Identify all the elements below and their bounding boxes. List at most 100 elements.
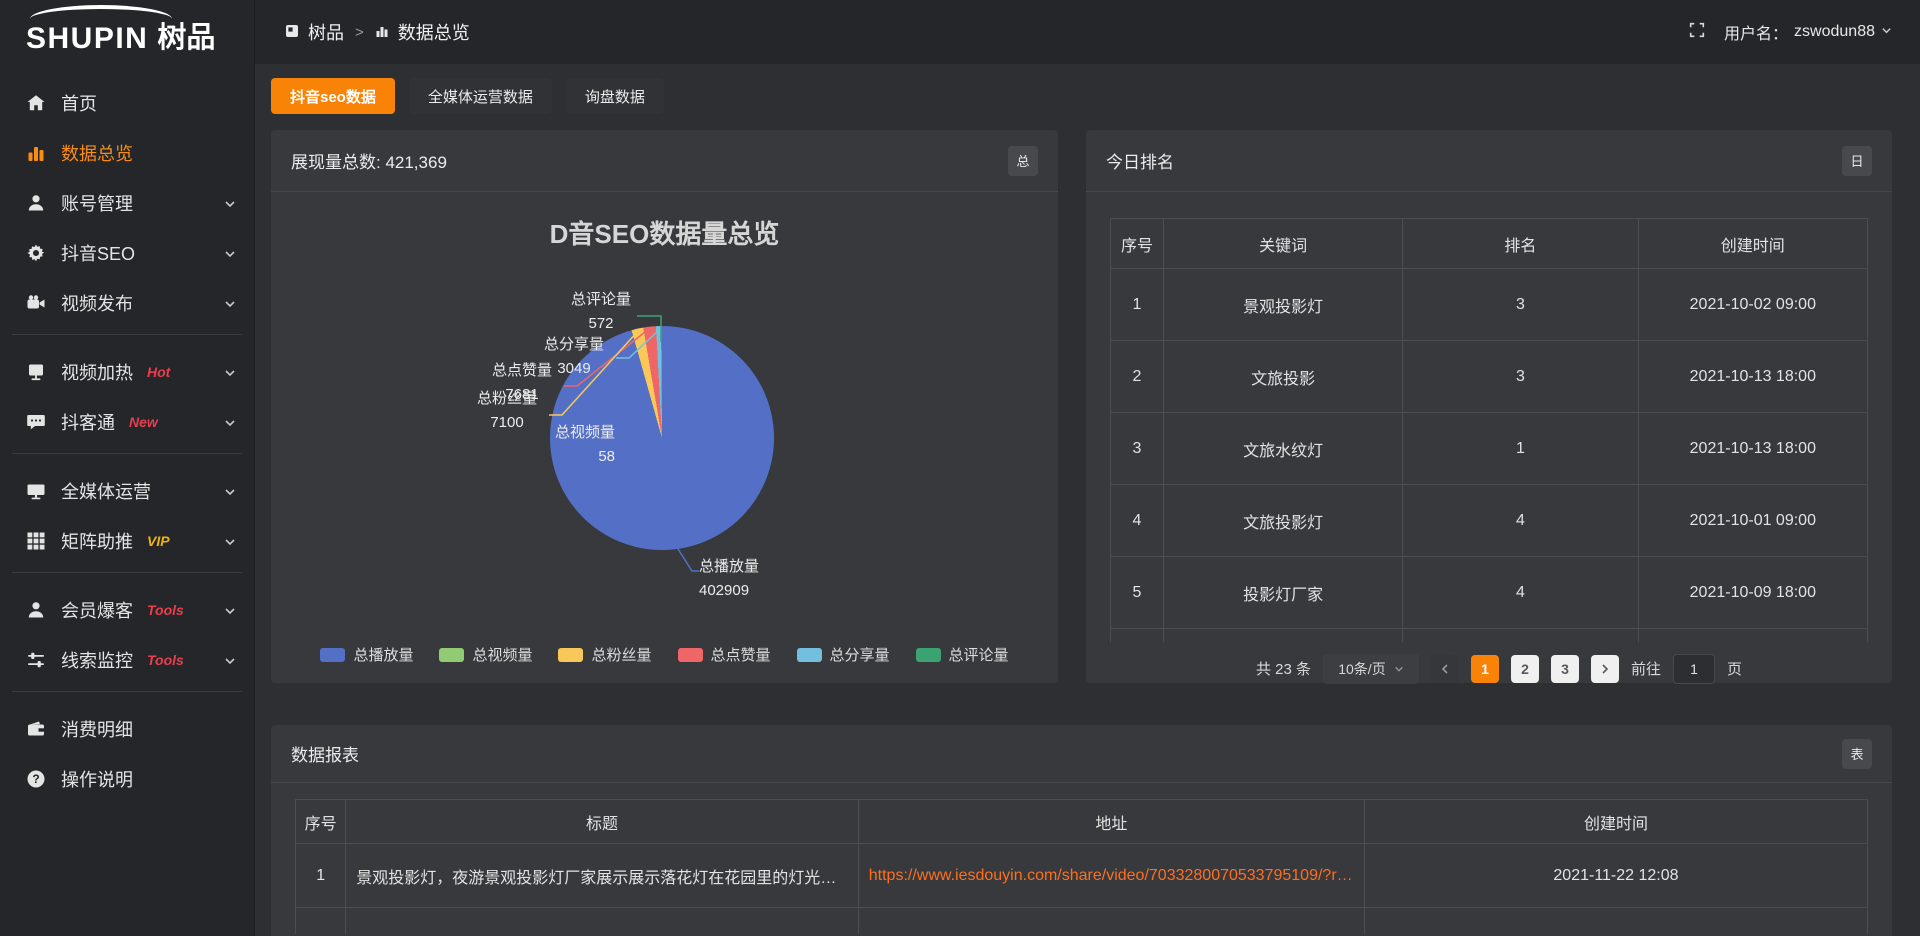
pie-chart[interactable] <box>550 326 774 550</box>
breadcrumb-root[interactable]: 树品 <box>308 19 344 45</box>
chevron-down-icon <box>224 654 236 672</box>
total-view-button[interactable]: 总 <box>1008 146 1038 176</box>
col-title: 标题 <box>346 800 858 844</box>
legend-item-shares[interactable]: 总分享量 <box>797 644 890 665</box>
sidebar-item-label: 矩阵助推 <box>61 528 133 554</box>
table-row: 4文旅投影灯42021-10-01 09:00 <box>1111 485 1868 557</box>
table-row-clipped <box>296 908 1868 934</box>
tab-douyin-seo-data[interactable]: 抖音seo数据 <box>271 78 395 114</box>
sidebar-item-label: 视频加热 <box>61 359 133 385</box>
table-view-button[interactable]: 表 <box>1842 739 1872 769</box>
sidebar-item-douyin-seo[interactable]: 抖音SEO <box>0 228 254 278</box>
sidebar-item-home[interactable]: 首页 <box>0 78 254 128</box>
sidebar-item-label: 线索监控 <box>61 647 133 673</box>
data-tabs: 抖音seo数据 全媒体运营数据 询盘数据 <box>271 78 1892 114</box>
hot-badge: Hot <box>147 364 170 380</box>
question-icon: ? <box>26 769 46 789</box>
breadcrumb-current: 数据总览 <box>398 19 470 45</box>
sidebar-item-label: 全媒体运营 <box>61 478 151 504</box>
username-value: zswodun88 <box>1794 23 1875 41</box>
svg-text:?: ? <box>32 772 39 786</box>
sidebar-item-member-burst[interactable]: 会员爆客 Tools <box>0 585 254 635</box>
page-size-select[interactable]: 10条/页 <box>1323 654 1419 684</box>
sidebar-menu: 首页 数据总览 账号管理 抖音SEO 视频发布 <box>0 64 254 804</box>
col-created: 创建时间 <box>1638 219 1867 269</box>
chat-bubble-icon <box>26 412 46 432</box>
menu-divider <box>12 691 242 692</box>
sidebar-item-instructions[interactable]: ? 操作说明 <box>0 754 254 804</box>
col-url: 地址 <box>858 800 1364 844</box>
next-page-button[interactable] <box>1591 655 1619 683</box>
table-header-row: 序号 标题 地址 创建时间 <box>296 800 1868 844</box>
page-2-button[interactable]: 2 <box>1511 655 1539 683</box>
table-row: 1景观投影灯32021-10-02 09:00 <box>1111 269 1868 341</box>
chevron-down-icon <box>224 416 236 434</box>
legend-item-likes[interactable]: 总点赞量 <box>678 644 771 665</box>
sidebar-item-matrix-boost[interactable]: 矩阵助推 VIP <box>0 516 254 566</box>
overview-panel: 展现量总数: 421,369 总 D音SEO数据量总览 总评论量572 <box>271 130 1058 683</box>
rank-table: 序号 关键词 排名 创建时间 1景观投影灯32021-10-02 09:00 <box>1110 218 1868 642</box>
fullscreen-icon[interactable] <box>1688 21 1706 44</box>
sidebar-item-data-overview[interactable]: 数据总览 <box>0 128 254 178</box>
video-url-link[interactable]: https://www.iesdouyin.com/share/video/70… <box>858 844 1364 908</box>
sidebar-item-video-publish[interactable]: 视频发布 <box>0 278 254 328</box>
logo-arc-decoration <box>30 5 172 19</box>
user-menu[interactable]: 用户名： zswodun88 <box>1724 20 1892 44</box>
impressions-total: 展现量总数: 421,369 <box>291 148 447 173</box>
chevron-down-icon <box>1394 664 1404 674</box>
video-camera-icon <box>26 293 46 313</box>
sidebar-item-video-heat[interactable]: 视频加热 Hot <box>0 347 254 397</box>
legend-swatch <box>439 648 464 662</box>
sidebar-item-douketong[interactable]: 抖客通 New <box>0 397 254 447</box>
sidebar-item-media-operation[interactable]: 全媒体运营 <box>0 466 254 516</box>
today-rank-panel: 今日排名 日 序号 关键词 排名 创建时间 <box>1086 130 1892 683</box>
legend-item-comments[interactable]: 总评论量 <box>916 644 1009 665</box>
goto-page-input[interactable] <box>1673 654 1715 684</box>
day-view-button[interactable]: 日 <box>1842 146 1872 176</box>
sidebar-item-label: 首页 <box>61 90 97 116</box>
username-label: 用户名： <box>1724 20 1788 44</box>
legend-item-videos[interactable]: 总视频量 <box>439 644 532 665</box>
sidebar: SHUPIN 树品 首页 数据总览 账号管理 抖音SEO <box>0 0 255 936</box>
page-3-button[interactable]: 3 <box>1551 655 1579 683</box>
tab-media-operation-data[interactable]: 全媒体运营数据 <box>409 78 552 114</box>
sidebar-item-label: 消费明细 <box>61 716 133 742</box>
pagination-total: 共 23 条 <box>1256 658 1311 679</box>
col-rank: 排名 <box>1403 219 1638 269</box>
menu-divider <box>12 453 242 454</box>
logo-text-cn: 树品 <box>157 14 215 56</box>
legend-swatch <box>558 648 583 662</box>
legend-item-plays[interactable]: 总播放量 <box>320 644 413 665</box>
tab-inquiry-data[interactable]: 询盘数据 <box>566 78 664 114</box>
table-header-row: 序号 关键词 排名 创建时间 <box>1111 219 1868 269</box>
person-icon <box>26 600 46 620</box>
chevron-down-icon <box>224 366 236 384</box>
legend-item-fans[interactable]: 总粉丝量 <box>558 644 651 665</box>
app-logo[interactable]: SHUPIN 树品 <box>0 0 254 64</box>
tools-badge: Tools <box>147 652 184 668</box>
pie-chart-area: D音SEO数据量总览 总评论量572 总分享量3049 <box>271 192 1058 682</box>
chevron-down-icon <box>224 197 236 215</box>
data-report-panel: 数据报表 表 序号 标题 地址 创建时间 <box>271 725 1892 936</box>
bar-chart-icon <box>375 22 389 43</box>
legend-swatch <box>916 648 941 662</box>
breadcrumb-separator: > <box>355 24 364 41</box>
sidebar-item-account[interactable]: 账号管理 <box>0 178 254 228</box>
new-badge: New <box>129 414 158 430</box>
sidebar-item-consumption-detail[interactable]: 消费明细 <box>0 704 254 754</box>
goto-label: 前往 <box>1631 658 1661 679</box>
tools-badge: Tools <box>147 602 184 618</box>
grid-icon <box>26 531 46 551</box>
page-1-button[interactable]: 1 <box>1471 655 1499 683</box>
projector-screen-icon <box>26 362 46 382</box>
sidebar-item-lead-monitor[interactable]: 线索监控 Tools <box>0 635 254 685</box>
monitor-icon <box>26 481 46 501</box>
report-table: 序号 标题 地址 创建时间 1 景观投影灯，夜游景观投影灯厂家展示展示落花灯在花… <box>295 799 1868 934</box>
prev-page-button[interactable] <box>1431 655 1459 683</box>
app-root: SHUPIN 树品 首页 数据总览 账号管理 抖音SEO <box>0 0 1920 936</box>
logo-text-en: SHUPIN <box>26 22 148 56</box>
chevron-down-icon <box>224 535 236 553</box>
col-keyword: 关键词 <box>1163 219 1402 269</box>
video-title-cell: 景观投影灯，夜游景观投影灯厂家展示展示落花灯在花园里的灯光投影应用效果 # <box>346 844 858 908</box>
chevron-down-icon <box>224 297 236 315</box>
